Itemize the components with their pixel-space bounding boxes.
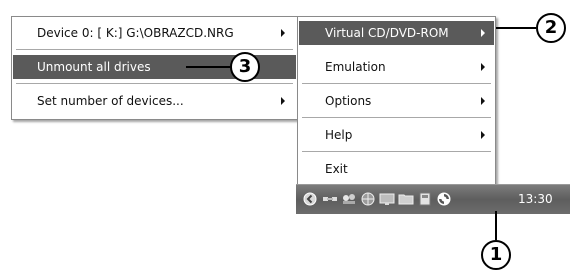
callout-3: 3 [230,52,260,82]
callout-2: 2 [536,13,566,43]
callout-leaders [186,27,536,240]
callout-1: 1 [481,240,511,270]
